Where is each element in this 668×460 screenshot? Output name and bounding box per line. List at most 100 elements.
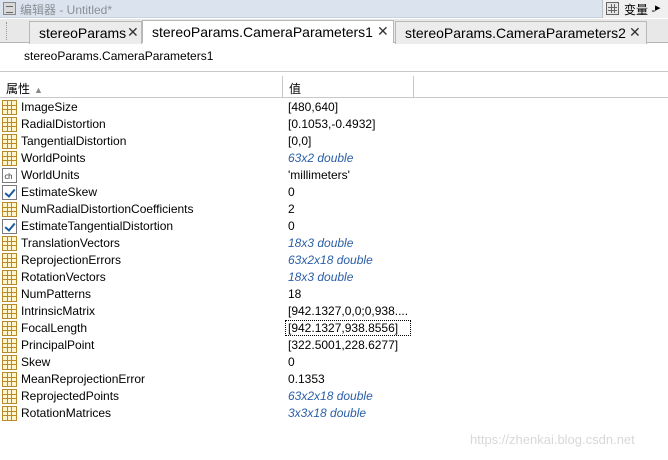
matrix-grid-icon	[2, 355, 17, 370]
table-row[interactable]: WorldPoints 63x2 double	[0, 150, 668, 167]
table-row[interactable]: TranslationVectors 18x3 double	[0, 235, 668, 252]
column-header-value[interactable]: 值	[283, 76, 414, 98]
property-name: TranslationVectors	[21, 236, 120, 250]
watermark-text: https://zhenkai.blog.csdn.net	[470, 432, 635, 447]
close-icon[interactable]: ✕	[127, 24, 139, 41]
document-tab-strip: stereoParams ✕ stereoParams.CameraParame…	[0, 19, 668, 44]
logical-checkbox-icon	[2, 219, 17, 234]
property-value[interactable]: 0	[288, 185, 295, 199]
tab-stereoparams[interactable]: stereoParams ✕	[29, 21, 142, 44]
property-value[interactable]: 2	[288, 202, 295, 216]
property-name: WorldPoints	[21, 151, 86, 165]
table-row[interactable]: ReprojectedPoints 63x2x18 double	[0, 388, 668, 405]
property-value[interactable]: 63x2 double	[288, 151, 353, 165]
column-label-property: 属性	[6, 82, 31, 96]
variable-path-bar: stereoParams.CameraParameters1	[0, 44, 668, 72]
table-row[interactable]: NumPatterns 18	[0, 286, 668, 303]
editor-app-icon	[3, 2, 16, 15]
property-name: MeanReprojectionError	[21, 372, 146, 386]
variables-panel-header[interactable]: 变量 - ▸	[602, 0, 668, 18]
property-name: ReprojectedPoints	[21, 389, 120, 403]
tab-cameraparameters2[interactable]: stereoParams.CameraParameters2 ✕	[395, 21, 647, 44]
logical-checkbox-icon	[2, 185, 17, 200]
matrix-grid-icon	[2, 100, 17, 115]
matrix-grid-icon	[2, 202, 17, 217]
property-table-header: 属性 ▲ 值	[0, 76, 668, 98]
tab-label: stereoParams.CameraParameters1	[152, 24, 373, 40]
property-name: RotationVectors	[21, 270, 106, 284]
property-name: NumPatterns	[21, 287, 92, 301]
property-value[interactable]: 18x3 double	[288, 270, 353, 284]
matrix-grid-icon	[2, 253, 17, 268]
column-label-value: 值	[289, 82, 302, 96]
table-row[interactable]: RotationVectors 18x3 double	[0, 269, 668, 286]
matrix-grid-icon	[2, 270, 17, 285]
table-row[interactable]: PrincipalPoint [322.5001,228.6277]	[0, 337, 668, 354]
property-value[interactable]: [322.5001,228.6277]	[288, 338, 398, 352]
table-row[interactable]: ReprojectionErrors 63x2x18 double	[0, 252, 668, 269]
table-row[interactable]: Skew 0	[0, 354, 668, 371]
matrix-grid-icon	[2, 134, 17, 149]
property-name: TangentialDistortion	[21, 134, 127, 148]
table-row[interactable]: RotationMatrices 3x3x18 double	[0, 405, 668, 422]
expand-arrow-icon[interactable]: ▸	[655, 1, 661, 14]
window-title: 编辑器 - Untitled*	[20, 3, 113, 17]
table-row[interactable]: RadialDistortion [0.1053,-0.4932]	[0, 116, 668, 133]
matrix-grid-icon	[2, 287, 17, 302]
property-value[interactable]: 63x2x18 double	[288, 253, 373, 267]
property-name: ImageSize	[21, 100, 78, 114]
close-icon[interactable]: ✕	[377, 23, 389, 40]
property-value[interactable]: [942.1327,938.8556]	[285, 320, 411, 336]
title-bar: 编辑器 - Untitled* 变量 - ▸	[0, 0, 668, 18]
property-value[interactable]: [480,640]	[288, 100, 338, 114]
table-row[interactable]: IntrinsicMatrix [942.1327,0,0;0,938....	[0, 303, 668, 320]
table-row[interactable]: ch WorldUnits 'millimeters'	[0, 167, 668, 184]
table-row[interactable]: FocalLength [942.1327,938.8556]	[0, 320, 668, 337]
property-name: ReprojectionErrors	[21, 253, 122, 267]
property-value[interactable]: 18	[288, 287, 301, 301]
property-name: WorldUnits	[21, 168, 80, 182]
property-name: RotationMatrices	[21, 406, 112, 420]
close-icon[interactable]: ✕	[629, 24, 641, 41]
property-name: EstimateSkew	[21, 185, 98, 199]
tab-strip-grip[interactable]	[6, 22, 9, 40]
table-row[interactable]: MeanReprojectionError 0.1353	[0, 371, 668, 388]
matrix-grid-icon	[2, 151, 17, 166]
property-name: NumRadialDistortionCoefficients	[21, 202, 194, 216]
tab-label: stereoParams.CameraParameters2	[405, 25, 626, 41]
matrix-grid-icon	[2, 389, 17, 404]
variables-panel-label: 变量 -	[624, 3, 656, 17]
char-array-icon: ch	[2, 168, 17, 183]
table-row[interactable]: EstimateSkew 0	[0, 184, 668, 201]
property-value[interactable]: 3x3x18 double	[288, 406, 366, 420]
table-row[interactable]: ImageSize [480,640]	[0, 99, 668, 116]
property-name: Skew	[21, 355, 51, 369]
table-row[interactable]: EstimateTangentialDistortion 0	[0, 218, 668, 235]
property-value[interactable]: 0	[288, 355, 295, 369]
property-value[interactable]: 18x3 double	[288, 236, 353, 250]
matrix-grid-icon	[2, 406, 17, 421]
property-name: EstimateTangentialDistortion	[21, 219, 174, 233]
column-header-property[interactable]: 属性 ▲	[0, 76, 283, 98]
table-row[interactable]: TangentialDistortion [0,0]	[0, 133, 668, 150]
property-value[interactable]: 'millimeters'	[288, 168, 350, 182]
matrix-grid-icon	[2, 304, 17, 319]
variable-path: stereoParams.CameraParameters1	[24, 49, 214, 63]
property-value[interactable]: [0,0]	[288, 134, 311, 148]
matrix-grid-icon	[2, 117, 17, 132]
matrix-grid-icon	[2, 338, 17, 353]
matrix-grid-icon	[2, 236, 17, 251]
property-table-body: ImageSize [480,640] RadialDistortion [0.105…	[0, 99, 668, 422]
property-value[interactable]: [942.1327,0,0;0,938....	[288, 304, 408, 318]
matrix-grid-icon	[2, 321, 17, 336]
property-value[interactable]: [0.1053,-0.4932]	[288, 117, 375, 131]
property-value[interactable]: 63x2x18 double	[288, 389, 373, 403]
matrix-grid-icon	[2, 372, 17, 387]
tab-cameraparameters1[interactable]: stereoParams.CameraParameters1 ✕	[142, 20, 394, 43]
table-row[interactable]: NumRadialDistortionCoefficients 2	[0, 201, 668, 218]
property-value[interactable]: 0	[288, 219, 295, 233]
sort-ascending-icon: ▲	[34, 85, 43, 95]
property-name: FocalLength	[21, 321, 88, 335]
tab-label: stereoParams	[39, 25, 127, 41]
property-value[interactable]: 0.1353	[288, 372, 325, 386]
